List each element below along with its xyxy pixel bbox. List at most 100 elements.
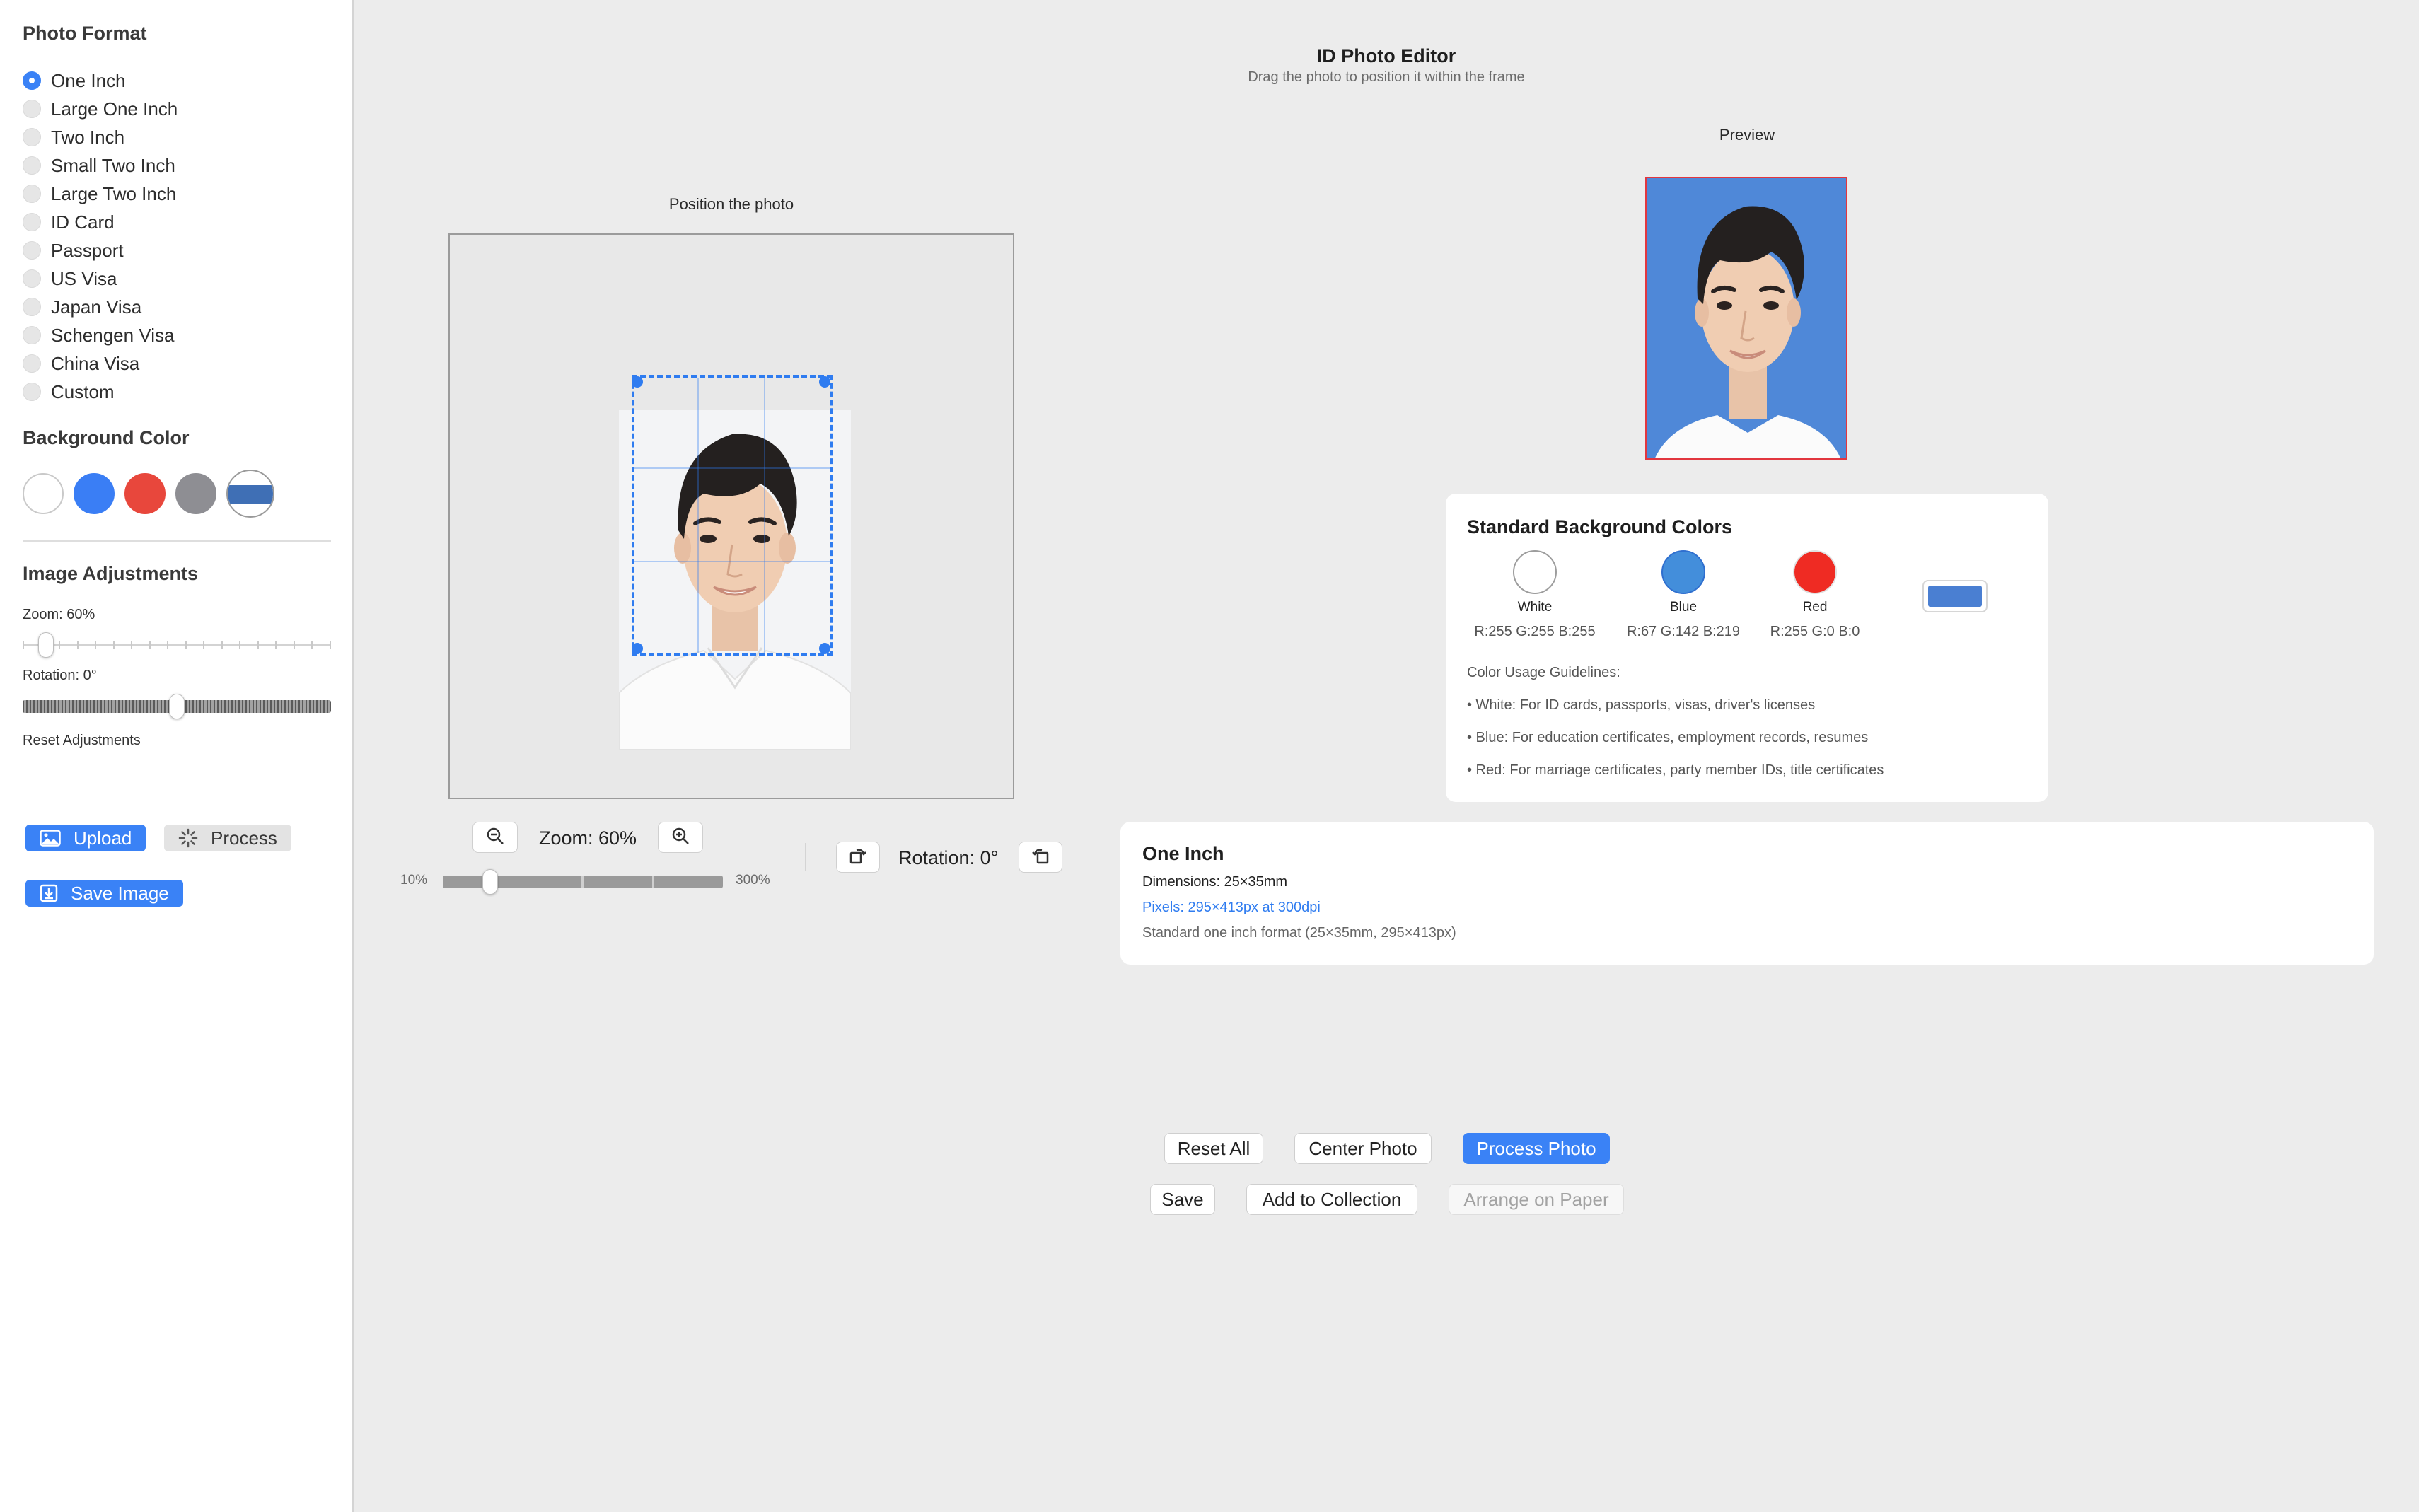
app-title: ID Photo Editor [1316, 45, 1456, 66]
std-color-white[interactable]: White R:255 G:255 B:255 [1457, 550, 1613, 640]
process-button[interactable]: Process [164, 825, 291, 851]
radio-button[interactable] [23, 71, 41, 90]
format-option[interactable]: Japan Visa [23, 293, 178, 321]
background-swatch[interactable] [74, 473, 115, 514]
radio-button[interactable] [23, 100, 41, 118]
save-button[interactable]: Save [1150, 1184, 1215, 1215]
format-dimensions: Dimensions: 25×35mm [1142, 874, 1288, 890]
preview-photo [1645, 177, 1847, 460]
background-swatch[interactable] [175, 473, 216, 514]
reset-all-button[interactable]: Reset All [1164, 1133, 1263, 1164]
format-option-label: ID Card [51, 211, 115, 233]
crop-grid-line [634, 467, 830, 469]
zoom-in-button[interactable] [658, 822, 703, 853]
format-radio-group: One Inch Large One Inch Two Inch Small Two … [23, 66, 178, 406]
background-swatch[interactable] [124, 473, 166, 514]
format-option[interactable]: Small Two Inch [23, 151, 178, 180]
crop-handle-bottom-right[interactable] [819, 643, 830, 654]
standard-colors-card [1446, 494, 2048, 802]
format-option[interactable]: Custom [23, 378, 178, 406]
guideline-item: • White: For ID cards, passports, visas,… [1467, 697, 1816, 713]
sidebar: Photo Format One Inch Large One Inch Two I… [0, 0, 354, 1512]
format-option[interactable]: Large Two Inch [23, 180, 178, 208]
std-color-red-swatch[interactable] [1793, 550, 1837, 594]
controls-separator [805, 843, 806, 871]
crop-handle-top-right[interactable] [819, 376, 830, 388]
upload-button[interactable]: Upload [25, 825, 146, 851]
format-option[interactable]: Large One Inch [23, 95, 178, 123]
sparkle-loader-icon [178, 828, 198, 848]
format-description: Standard one inch format (25×35mm, 295×4… [1142, 925, 1456, 941]
zoom-out-icon [485, 826, 505, 849]
radio-button[interactable] [23, 269, 41, 288]
format-option[interactable]: ID Card [23, 208, 178, 236]
upload-label: Upload [74, 827, 132, 849]
format-option[interactable]: Schengen Visa [23, 321, 178, 349]
zoom-min-label: 10% [400, 873, 428, 888]
format-pixels: Pixels: 295×413px at 300dpi [1142, 900, 1321, 915]
crop-grid-line [634, 561, 830, 562]
canvas-label: Position the photo [668, 195, 794, 213]
format-option-label: Passport [51, 239, 124, 261]
image-adjustments-title: Image Adjustments [23, 563, 199, 584]
guidelines-title: Color Usage Guidelines: [1467, 665, 1620, 680]
std-color-name: White [1517, 600, 1553, 615]
radio-button[interactable] [23, 298, 41, 316]
format-option[interactable]: Passport [23, 236, 178, 264]
reset-adjustments-button[interactable]: Reset Adjustments [23, 733, 141, 749]
radio-button[interactable] [23, 128, 41, 146]
format-option[interactable]: US Visa [23, 264, 178, 293]
radio-button[interactable] [23, 241, 41, 260]
crop-handle-bottom-left[interactable] [632, 643, 643, 654]
radio-button[interactable] [23, 213, 41, 231]
center-photo-button[interactable]: Center Photo [1294, 1133, 1432, 1164]
zoom-readout: Zoom: 60% [539, 827, 637, 849]
crop-handle-top-left[interactable] [632, 376, 643, 388]
zoom-out-button[interactable] [472, 822, 518, 853]
save-image-label: Save Image [71, 882, 169, 904]
sidebar-zoom-thumb[interactable] [37, 632, 54, 658]
zoom-max-label: 300% [736, 873, 770, 888]
add-to-collection-button[interactable]: Add to Collection [1246, 1184, 1417, 1215]
crop-frame[interactable] [632, 375, 833, 656]
std-color-blue-swatch[interactable] [1661, 550, 1705, 594]
radio-button[interactable] [23, 185, 41, 203]
sidebar-divider [23, 540, 331, 542]
zoom-slider-notch [652, 876, 654, 888]
format-option[interactable]: One Inch [23, 66, 178, 95]
format-info-card [1120, 822, 2374, 965]
app-subtitle: Drag the photo to position it within the… [1248, 69, 1525, 85]
std-color-rgb: R:255 G:255 B:255 [1474, 624, 1596, 639]
std-color-white-swatch[interactable] [1513, 550, 1557, 594]
crop-grid-line [697, 378, 699, 653]
crop-grid-line [764, 378, 765, 653]
custom-color-swatch [1928, 586, 1982, 607]
radio-button[interactable] [23, 354, 41, 373]
sidebar-rotation-thumb[interactable] [169, 694, 185, 719]
preview-label: Preview [1719, 126, 1775, 144]
custom-color-button[interactable] [1922, 580, 1988, 612]
background-swatches [23, 470, 274, 518]
format-option-label: Large One Inch [51, 98, 178, 120]
background-color-title: Background Color [23, 427, 190, 448]
radio-button[interactable] [23, 156, 41, 175]
image-icon [40, 830, 61, 847]
save-image-button[interactable]: Save Image [25, 880, 183, 907]
custom-background-swatch[interactable] [226, 470, 274, 518]
format-option-label: US Visa [51, 267, 117, 289]
radio-button[interactable] [23, 326, 41, 344]
process-photo-button[interactable]: Process Photo [1463, 1133, 1610, 1164]
background-swatch[interactable] [23, 473, 64, 514]
rotate-left-button[interactable] [836, 842, 880, 873]
std-color-red[interactable]: Red R:255 G:0 B:0 [1737, 550, 1893, 640]
radio-button[interactable] [23, 383, 41, 401]
format-option[interactable]: Two Inch [23, 123, 178, 151]
download-icon [40, 884, 58, 902]
zoom-slider-label: Zoom: 60% [23, 607, 95, 622]
format-option[interactable]: China Visa [23, 349, 178, 378]
guideline-item: • Blue: For education certificates, empl… [1467, 730, 1869, 745]
rotate-right-button[interactable] [1019, 842, 1062, 873]
process-label: Process [211, 827, 277, 849]
zoom-slider-thumb[interactable] [482, 869, 499, 895]
standard-colors-title: Standard Background Colors [1467, 516, 1733, 537]
